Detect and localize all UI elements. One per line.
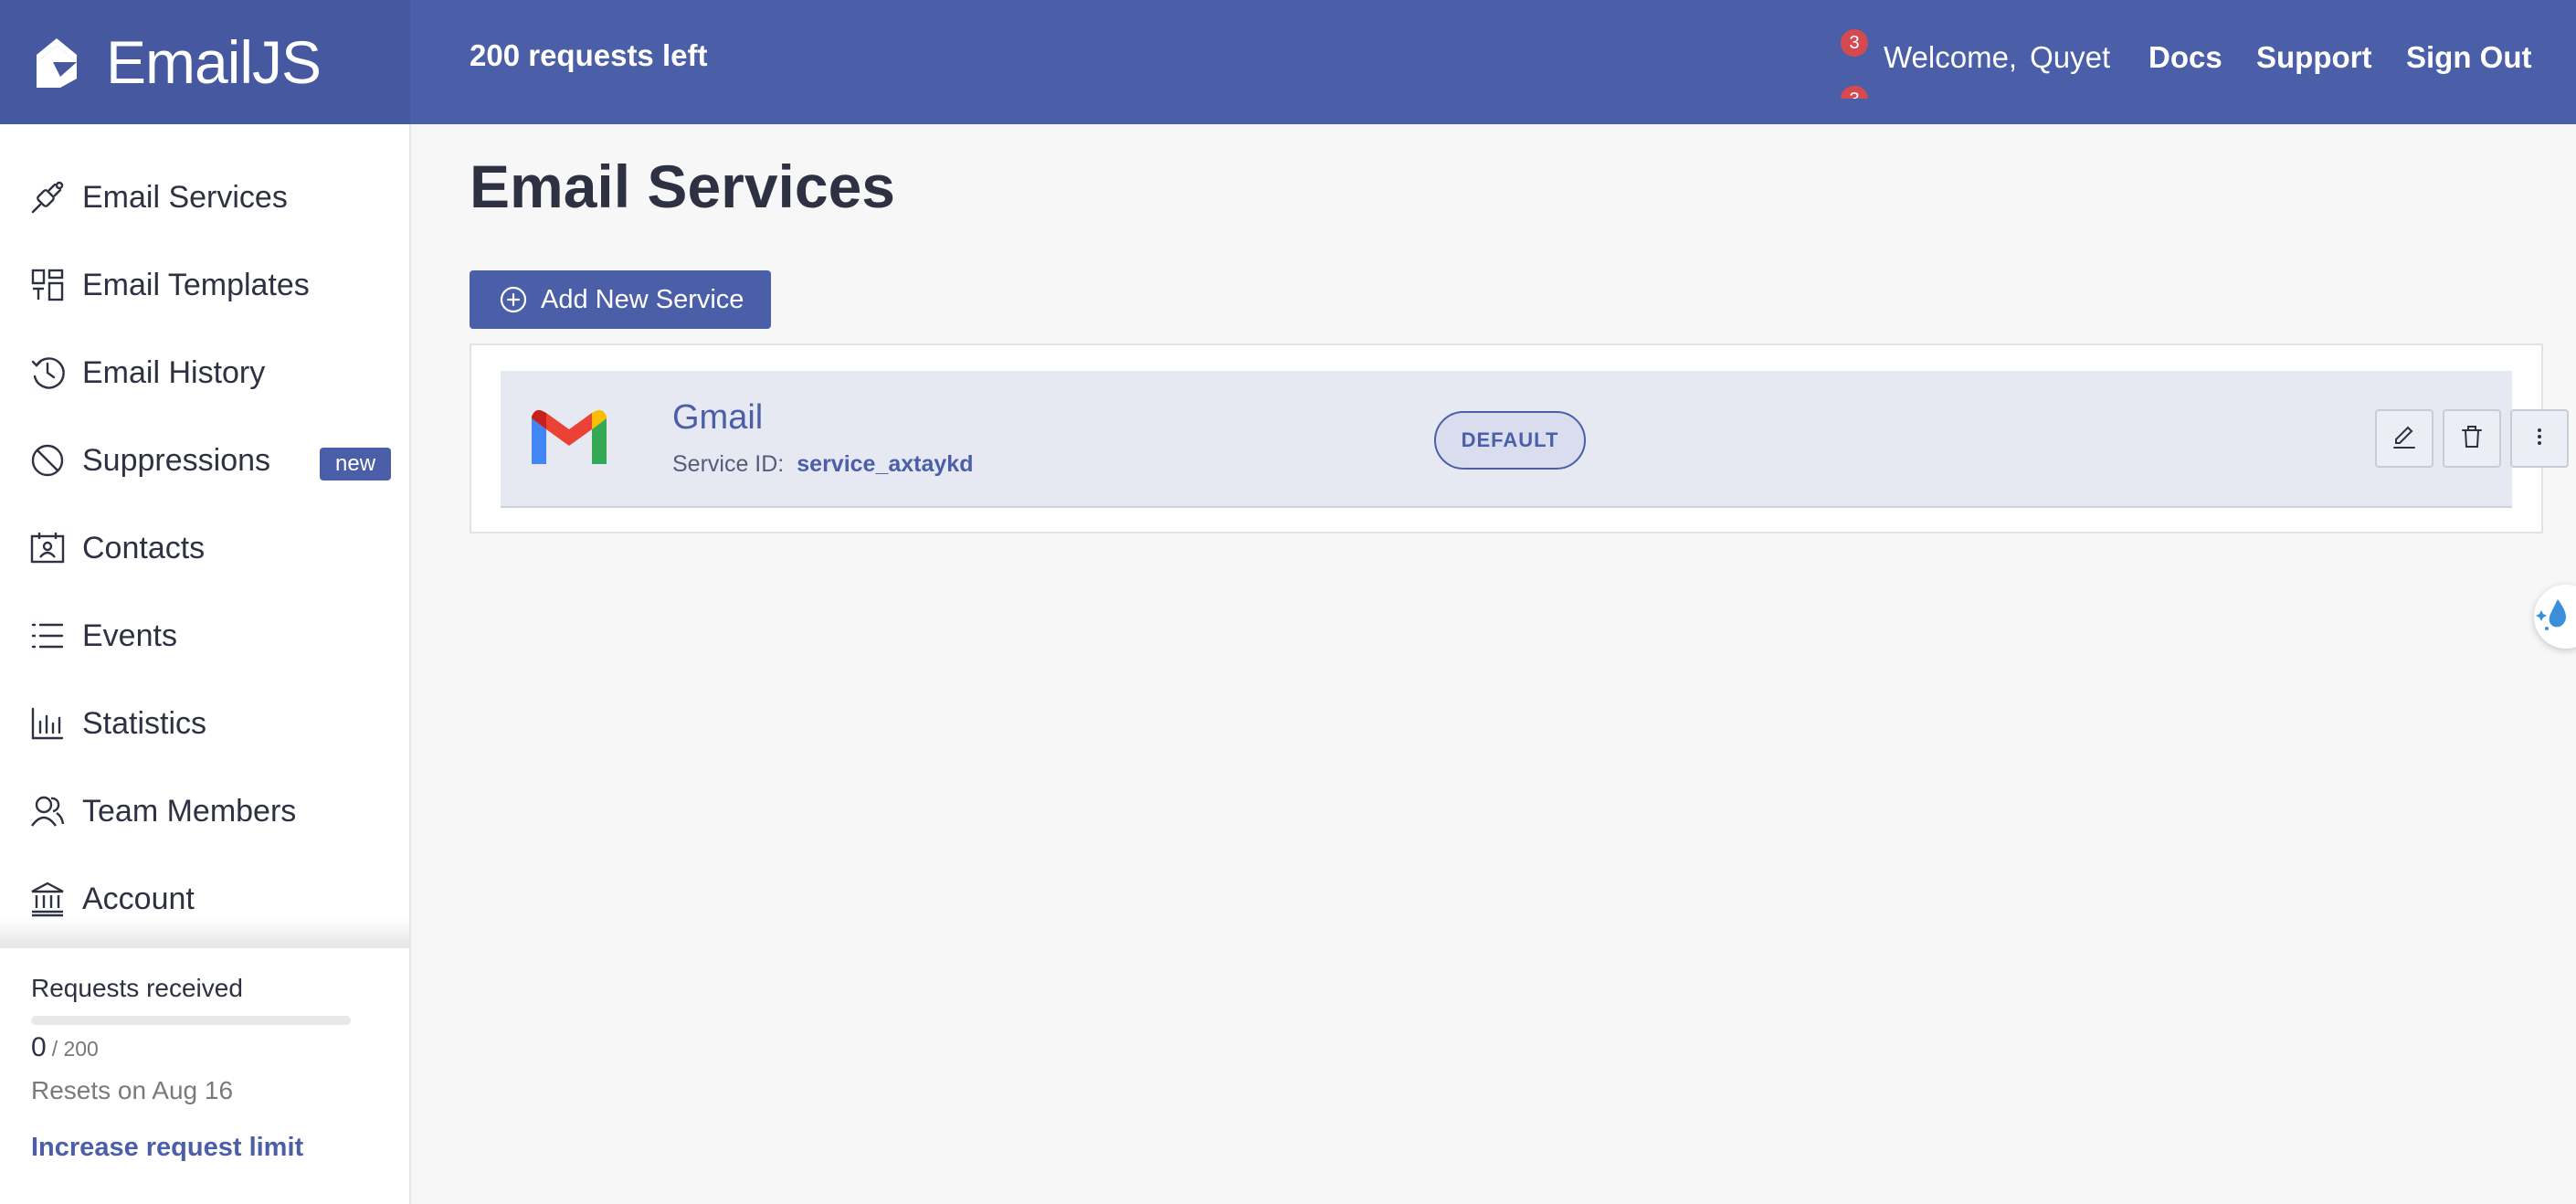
more-vertical-icon <box>2526 423 2553 455</box>
sidebar-item-label: Suppressions <box>82 442 271 478</box>
sidebar-item-label: Statistics <box>82 705 207 741</box>
chart-icon <box>29 705 66 742</box>
sidebar-item-team-members[interactable]: Team Members <box>0 778 409 844</box>
sidebar-item-label: Team Members <box>82 793 297 829</box>
pencil-icon <box>2391 423 2418 455</box>
usage-current: 0 <box>31 1032 47 1062</box>
bank-icon <box>29 881 66 917</box>
plus-circle-icon <box>499 285 528 314</box>
users-icon <box>29 793 66 829</box>
increase-limit-link[interactable]: Increase request limit <box>31 1133 396 1163</box>
brand-area[interactable]: EmailJS <box>0 0 410 124</box>
sidebar-item-email-history[interactable]: Email History <box>0 340 409 406</box>
notification-badge[interactable]: 3 <box>1841 29 1868 57</box>
plug-icon <box>29 179 66 216</box>
sidebar-item-events[interactable]: Events <box>0 603 409 669</box>
notification-badge-secondary[interactable]: 3 <box>1841 86 1868 99</box>
history-icon <box>29 354 66 391</box>
docs-link[interactable]: Docs <box>2148 40 2222 75</box>
edit-service-button[interactable] <box>2375 409 2433 468</box>
trash-icon <box>2458 423 2486 455</box>
sign-out-link[interactable]: Sign Out <box>2406 40 2531 75</box>
droplet-sparkle-icon <box>2534 594 2576 640</box>
list-icon <box>29 618 66 654</box>
service-name: Gmail <box>672 398 764 437</box>
floating-assistant-widget[interactable] <box>2534 585 2576 649</box>
support-link[interactable]: Support <box>2256 40 2371 75</box>
sidebar-item-statistics[interactable]: Statistics <box>0 691 409 756</box>
service-id-label: Service ID: <box>672 451 785 477</box>
emailjs-logo-icon <box>29 35 84 90</box>
sidebar-item-email-templates[interactable]: Email Templates <box>0 252 409 318</box>
delete-service-button[interactable] <box>2443 409 2501 468</box>
requests-received-label: Requests received <box>31 974 243 1002</box>
services-panel: Gmail Service ID: service_axtaykd DEFAULT <box>470 343 2569 533</box>
sidebar-item-label: Email History <box>82 354 266 390</box>
sidebar: Email Services Email Templates Email His… <box>0 124 411 1204</box>
templates-icon <box>29 267 66 303</box>
add-new-service-label: Add New Service <box>541 284 744 314</box>
brand-name: EmailJS <box>106 28 322 96</box>
top-header: EmailJS 200 requests left 3 3 Welcome, Qu… <box>0 0 2576 124</box>
more-options-button[interactable] <box>2510 409 2569 468</box>
sidebar-item-email-services[interactable]: Email Services <box>0 164 409 230</box>
sidebar-item-label: Account <box>82 881 195 916</box>
sidebar-item-suppressions[interactable]: Suppressions new <box>0 428 409 493</box>
new-badge: new <box>320 448 392 481</box>
sidebar-item-label: Contacts <box>82 530 206 565</box>
welcome-label: Welcome, <box>1884 40 2018 74</box>
usage-panel: Requests received 0/ 200 Resets on Aug 1… <box>31 974 396 1163</box>
usage-reset-date: Resets on Aug 16 <box>31 1076 234 1104</box>
service-id-value: service_axtaykd <box>797 451 974 477</box>
add-new-service-button[interactable]: Add New Service <box>470 270 771 329</box>
sidebar-item-contacts[interactable]: Contacts <box>0 515 409 581</box>
usage-progress-bar <box>31 1016 351 1025</box>
sidebar-divider-shadow <box>0 917 409 948</box>
sidebar-item-label: Events <box>82 618 177 653</box>
contacts-icon <box>29 530 66 566</box>
service-id: Service ID: service_axtaykd <box>672 451 973 478</box>
sidebar-item-label: Email Templates <box>82 267 310 302</box>
usage-counts: 0/ 200 <box>31 1032 396 1063</box>
page-title: Email Services <box>470 153 895 220</box>
service-row[interactable]: Gmail Service ID: service_axtaykd DEFAULT <box>501 371 2569 508</box>
default-badge[interactable]: DEFAULT <box>1434 411 1586 470</box>
gmail-logo-icon <box>528 406 610 470</box>
sidebar-item-label: Email Services <box>82 179 288 215</box>
user-name: Quyet <box>2030 40 2111 74</box>
requests-left-text: 200 requests left <box>470 38 708 72</box>
ban-icon <box>29 442 66 479</box>
usage-max: / 200 <box>51 1037 99 1061</box>
welcome-text: Welcome, Quyet <box>1884 40 2110 75</box>
